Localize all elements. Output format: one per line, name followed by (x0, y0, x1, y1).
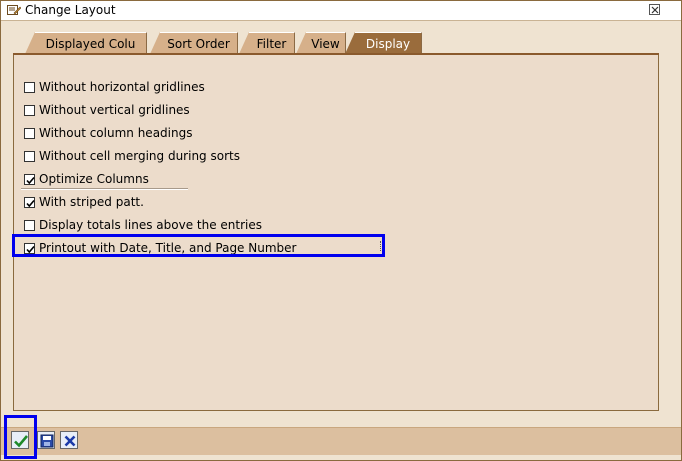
option-display-totals-above[interactable]: Display totals lines above the entries (24, 217, 262, 233)
tab-underline (13, 53, 659, 55)
checkbox[interactable] (24, 81, 35, 93)
option-without-cell-merging[interactable]: Without cell merging during sorts (24, 148, 240, 164)
group-separator (21, 188, 188, 189)
option-optimize-columns[interactable]: Optimize Columns (24, 171, 149, 187)
option-label: Display totals lines above the entries (39, 217, 262, 232)
close-button[interactable] (649, 4, 660, 15)
tab-label: View (311, 37, 340, 51)
edit-layout-icon (7, 4, 22, 16)
save-button[interactable] (37, 431, 55, 449)
checkbox[interactable] (24, 127, 35, 139)
window-title: Change Layout (25, 3, 116, 17)
checkbox[interactable] (24, 104, 35, 116)
cancel-icon (64, 435, 76, 447)
tab-view[interactable]: View (296, 32, 346, 54)
tab-filter[interactable]: Filter (239, 32, 295, 54)
option-label: Without column headings (39, 125, 193, 140)
option-with-striped-pattern[interactable]: With striped patt. (24, 194, 144, 210)
checkbox-checked[interactable] (24, 173, 35, 185)
ok-button-highlight-box (4, 415, 37, 459)
option-without-vertical-gridlines[interactable]: Without vertical gridlines (24, 102, 190, 118)
title-bar: Change Layout (1, 1, 681, 21)
button-bar (1, 427, 681, 455)
tab-display[interactable]: Display (345, 32, 422, 54)
tab-label: Sort Order (167, 37, 230, 51)
option-without-column-headings[interactable]: Without column headings (24, 125, 192, 141)
tab-sort-order[interactable]: Sort Order (150, 32, 238, 54)
option-label: With striped patt. (39, 194, 144, 209)
tab-label: Displayed Colu (45, 37, 136, 51)
tab-label: Filter (256, 37, 287, 51)
option-label: Without cell merging during sorts (39, 148, 240, 163)
option-label: Optimize Columns (39, 171, 149, 186)
save-icon (40, 434, 54, 448)
checkmark-icon (26, 176, 35, 184)
close-icon (651, 6, 659, 14)
option-label: Without horizontal gridlines (39, 79, 205, 94)
tab-displayed-columns[interactable]: Displayed Colu (25, 32, 147, 54)
tab-strip: Displayed Colu Sort Order Filter View Di… (15, 32, 660, 55)
checkbox-checked[interactable] (24, 196, 35, 208)
checkbox[interactable] (24, 150, 35, 162)
tab-label: Display (365, 37, 411, 51)
selection-highlight-box (12, 234, 385, 257)
checkbox[interactable] (24, 219, 35, 231)
checkmark-icon (26, 199, 35, 207)
option-without-horizontal-gridlines[interactable]: Without horizontal gridlines (24, 79, 205, 95)
cancel-button[interactable] (60, 431, 78, 449)
option-label: Without vertical gridlines (39, 102, 190, 117)
